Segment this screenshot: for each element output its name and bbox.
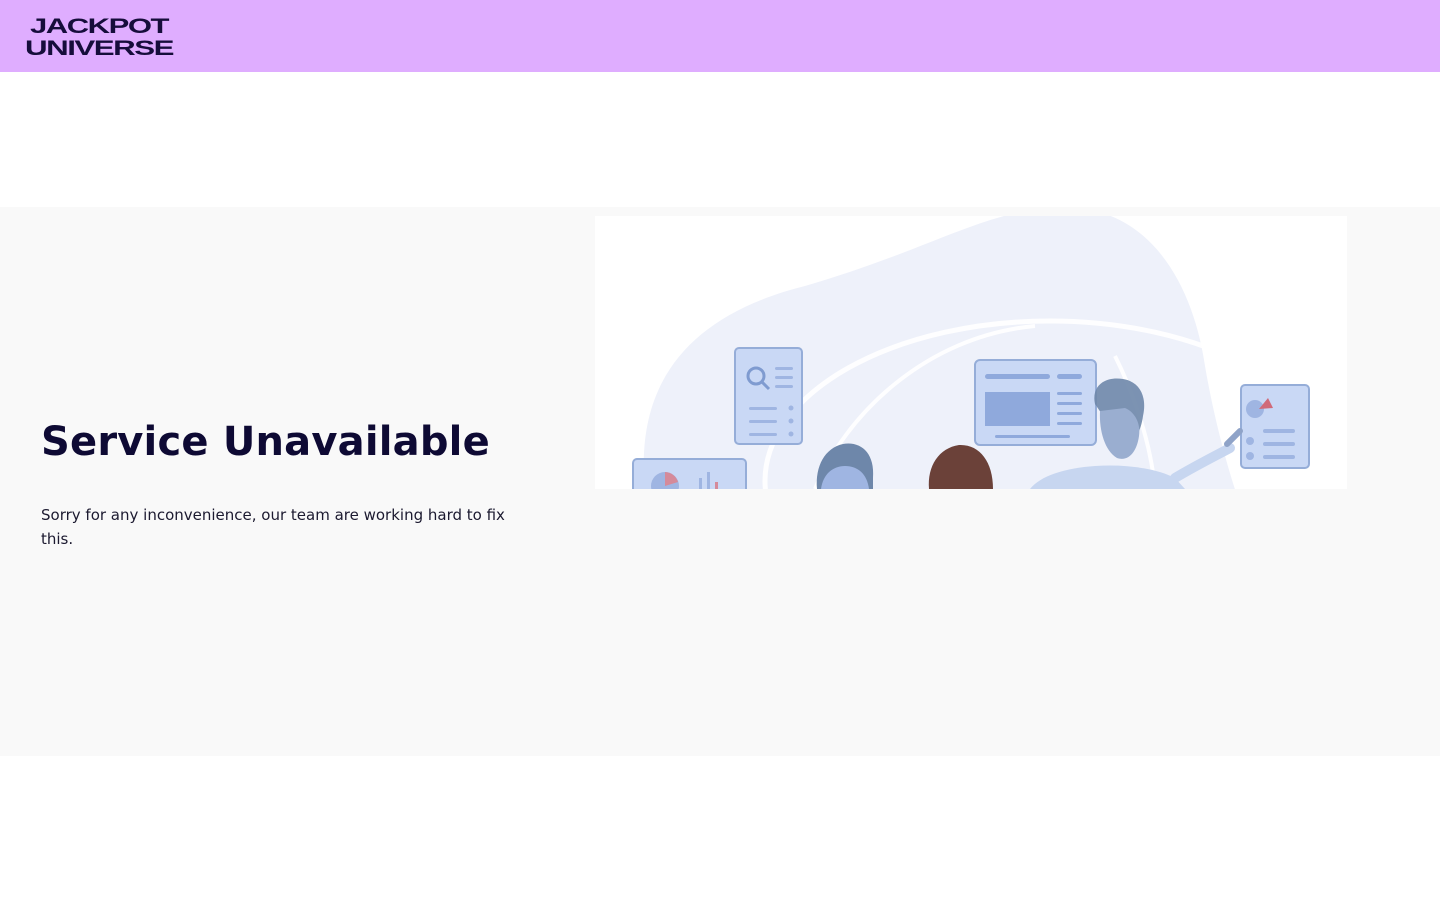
logo-line-1: JACKPOT [30,15,170,38]
jackpot-universe-logo[interactable]: JACKPOT UNIVERSE [24,15,174,57]
logo-icon: JACKPOT UNIVERSE [25,15,174,57]
logo-line-2: UNIVERSE [25,37,174,57]
site-header: JACKPOT UNIVERSE [0,0,1440,72]
error-description: Sorry for any inconvenience, our team ar… [41,506,505,548]
team-working-illustration-icon [632,216,1338,489]
team-working-illustration [595,216,1347,489]
page-title: Service Unavailable [41,419,490,465]
